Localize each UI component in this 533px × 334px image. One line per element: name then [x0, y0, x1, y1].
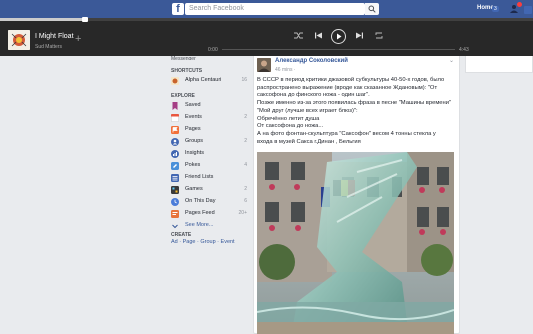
- sidebar-item-friend-lists[interactable]: Friend Lists: [171, 173, 249, 183]
- play-button[interactable]: [331, 29, 346, 44]
- sidebar-item-insights[interactable]: Insights: [171, 149, 249, 159]
- notification-badge: [517, 2, 522, 7]
- post-text-line: входа в музей Сакса г.Динан , Бельгия: [257, 138, 361, 145]
- facebook-topbar: f Search Facebook Home 3: [0, 0, 533, 18]
- album-art[interactable]: [8, 30, 30, 50]
- load-progress-bar[interactable]: [0, 17, 533, 22]
- post-text-line: Обречённо летит душа: [257, 115, 320, 122]
- flag-icon: [171, 126, 179, 134]
- facebook-logo-icon[interactable]: f: [172, 3, 184, 15]
- track-artist[interactable]: Sud Matters: [35, 44, 62, 50]
- sidebar-item-count: 20+: [238, 210, 247, 216]
- groups-icon: [171, 138, 179, 146]
- sidebar-item-count: 2: [244, 138, 247, 144]
- create-heading: CREATE: [171, 232, 192, 238]
- sidebar-item-label: Pages: [185, 126, 201, 132]
- pages-feed-icon: [171, 210, 179, 218]
- sidebar-item-pages-feed[interactable]: Pages Feed 20+: [171, 209, 249, 219]
- shortcuts-heading: SHORTCUTS: [171, 68, 203, 74]
- home-count-badge: 3: [492, 6, 499, 12]
- account-menu-button[interactable]: [524, 6, 532, 14]
- sidebar-item-label: Saved: [185, 102, 201, 108]
- shortcut-count: 16: [241, 77, 247, 83]
- post-text-line: "Мой друг (лучше всех играет блюз)":: [257, 107, 358, 114]
- load-progress-knob[interactable]: [82, 17, 89, 22]
- clock-icon: [171, 198, 179, 206]
- post-options-chevron-icon[interactable]: ⌄: [449, 57, 454, 64]
- search-input[interactable]: Search Facebook: [185, 3, 365, 15]
- explore-heading: EXPLORE: [171, 93, 195, 99]
- games-icon: [171, 186, 179, 194]
- music-player: I Might Float Sud Matters + 0:00 4:43: [0, 17, 533, 56]
- load-progress-fill: [0, 18, 86, 21]
- post-text-line: Позже именно из-за этого появилась фраза…: [257, 100, 452, 107]
- shuffle-icon[interactable]: [294, 32, 303, 39]
- post-text: В СССР в период критики джазовой субкуль…: [257, 77, 457, 146]
- shortcut-item[interactable]: Alpha Centauri 16: [171, 76, 249, 86]
- sidebar-item-pokes[interactable]: Pokes 4: [171, 161, 249, 171]
- alpha-centauri-icon: [171, 77, 179, 85]
- insights-icon: [171, 150, 179, 158]
- post-timestamp[interactable]: 46 mins ·: [275, 67, 296, 73]
- sidebar-item-label: Friend Lists: [185, 174, 214, 180]
- sidebar-item-pages[interactable]: Pages: [171, 125, 249, 135]
- create-links[interactable]: Ad · Page · Group · Event: [171, 239, 235, 245]
- post-text-line: А на фото фонтан-скульптура "Саксофон" в…: [257, 130, 436, 137]
- bookmark-icon: [172, 102, 178, 110]
- poke-icon: [171, 162, 179, 170]
- shortcut-label: Alpha Centauri: [185, 77, 222, 83]
- sidebar-item-label: Pokes: [185, 162, 201, 168]
- sidebar-item-groups[interactable]: Groups 2: [171, 137, 249, 147]
- previous-track-icon[interactable]: [315, 32, 322, 39]
- post-photo[interactable]: [257, 152, 454, 334]
- sidebar-item-label: Events: [185, 114, 202, 120]
- album-art-image: [8, 30, 30, 50]
- avatar[interactable]: [257, 58, 271, 72]
- sidebar-item-count: 2: [244, 114, 247, 120]
- news-feed-post: Александр Соколовский 46 mins · ⌄ В СССР…: [253, 56, 460, 334]
- play-icon: [337, 33, 342, 40]
- sidebar-item-count: 6: [244, 198, 247, 204]
- add-track-button[interactable]: +: [75, 34, 81, 45]
- sidebar-item-saved[interactable]: Saved: [171, 101, 249, 111]
- sidebar-item-label: Games: [185, 186, 203, 192]
- saxophone-fountain-photo: [257, 152, 454, 334]
- sidebar-item-on-this-day[interactable]: On This Day 6: [171, 197, 249, 207]
- repeat-icon[interactable]: [375, 32, 383, 39]
- author-photo: [257, 58, 271, 72]
- post-text-line: распространено выражение (вроде как сказ…: [257, 84, 438, 91]
- see-more-link[interactable]: See More...: [171, 221, 249, 231]
- current-time: 0:00: [208, 47, 218, 53]
- sidebar-item-messenger[interactable]: Messenger: [171, 56, 201, 60]
- sidebar-item-label: Insights: [185, 150, 204, 156]
- chevron-down-icon: [172, 224, 178, 229]
- sidebar-item-label: Groups: [185, 138, 204, 144]
- track-title[interactable]: I Might Float: [35, 33, 74, 40]
- sidebar-item-label: See More...: [185, 222, 214, 228]
- right-column-card: [465, 56, 533, 73]
- sidebar-item-label: Pages Feed: [185, 210, 215, 216]
- search-button[interactable]: [365, 3, 379, 15]
- post-text-line: В СССР в период критики джазовой субкуль…: [257, 77, 445, 83]
- sidebar-item-events[interactable]: Events 2: [171, 113, 249, 123]
- friend-lists-icon: [171, 174, 179, 182]
- sidebar-item-count: 4: [244, 162, 247, 168]
- total-time: 4:43: [459, 47, 469, 53]
- post-text-line: От саксофона до ножа...: [257, 123, 324, 130]
- next-track-icon[interactable]: [356, 32, 363, 39]
- sidebar-item-count: 2: [244, 186, 247, 192]
- post-author-link[interactable]: Александр Соколовский: [275, 58, 348, 64]
- sidebar-item-label: On This Day: [185, 198, 216, 204]
- seek-bar[interactable]: [222, 49, 455, 50]
- calendar-icon: [171, 114, 179, 122]
- post-text-line: саксофона до финского ножа - один шаг".: [257, 92, 370, 99]
- search-icon: [368, 5, 376, 13]
- sidebar-item-games[interactable]: Games 2: [171, 185, 249, 195]
